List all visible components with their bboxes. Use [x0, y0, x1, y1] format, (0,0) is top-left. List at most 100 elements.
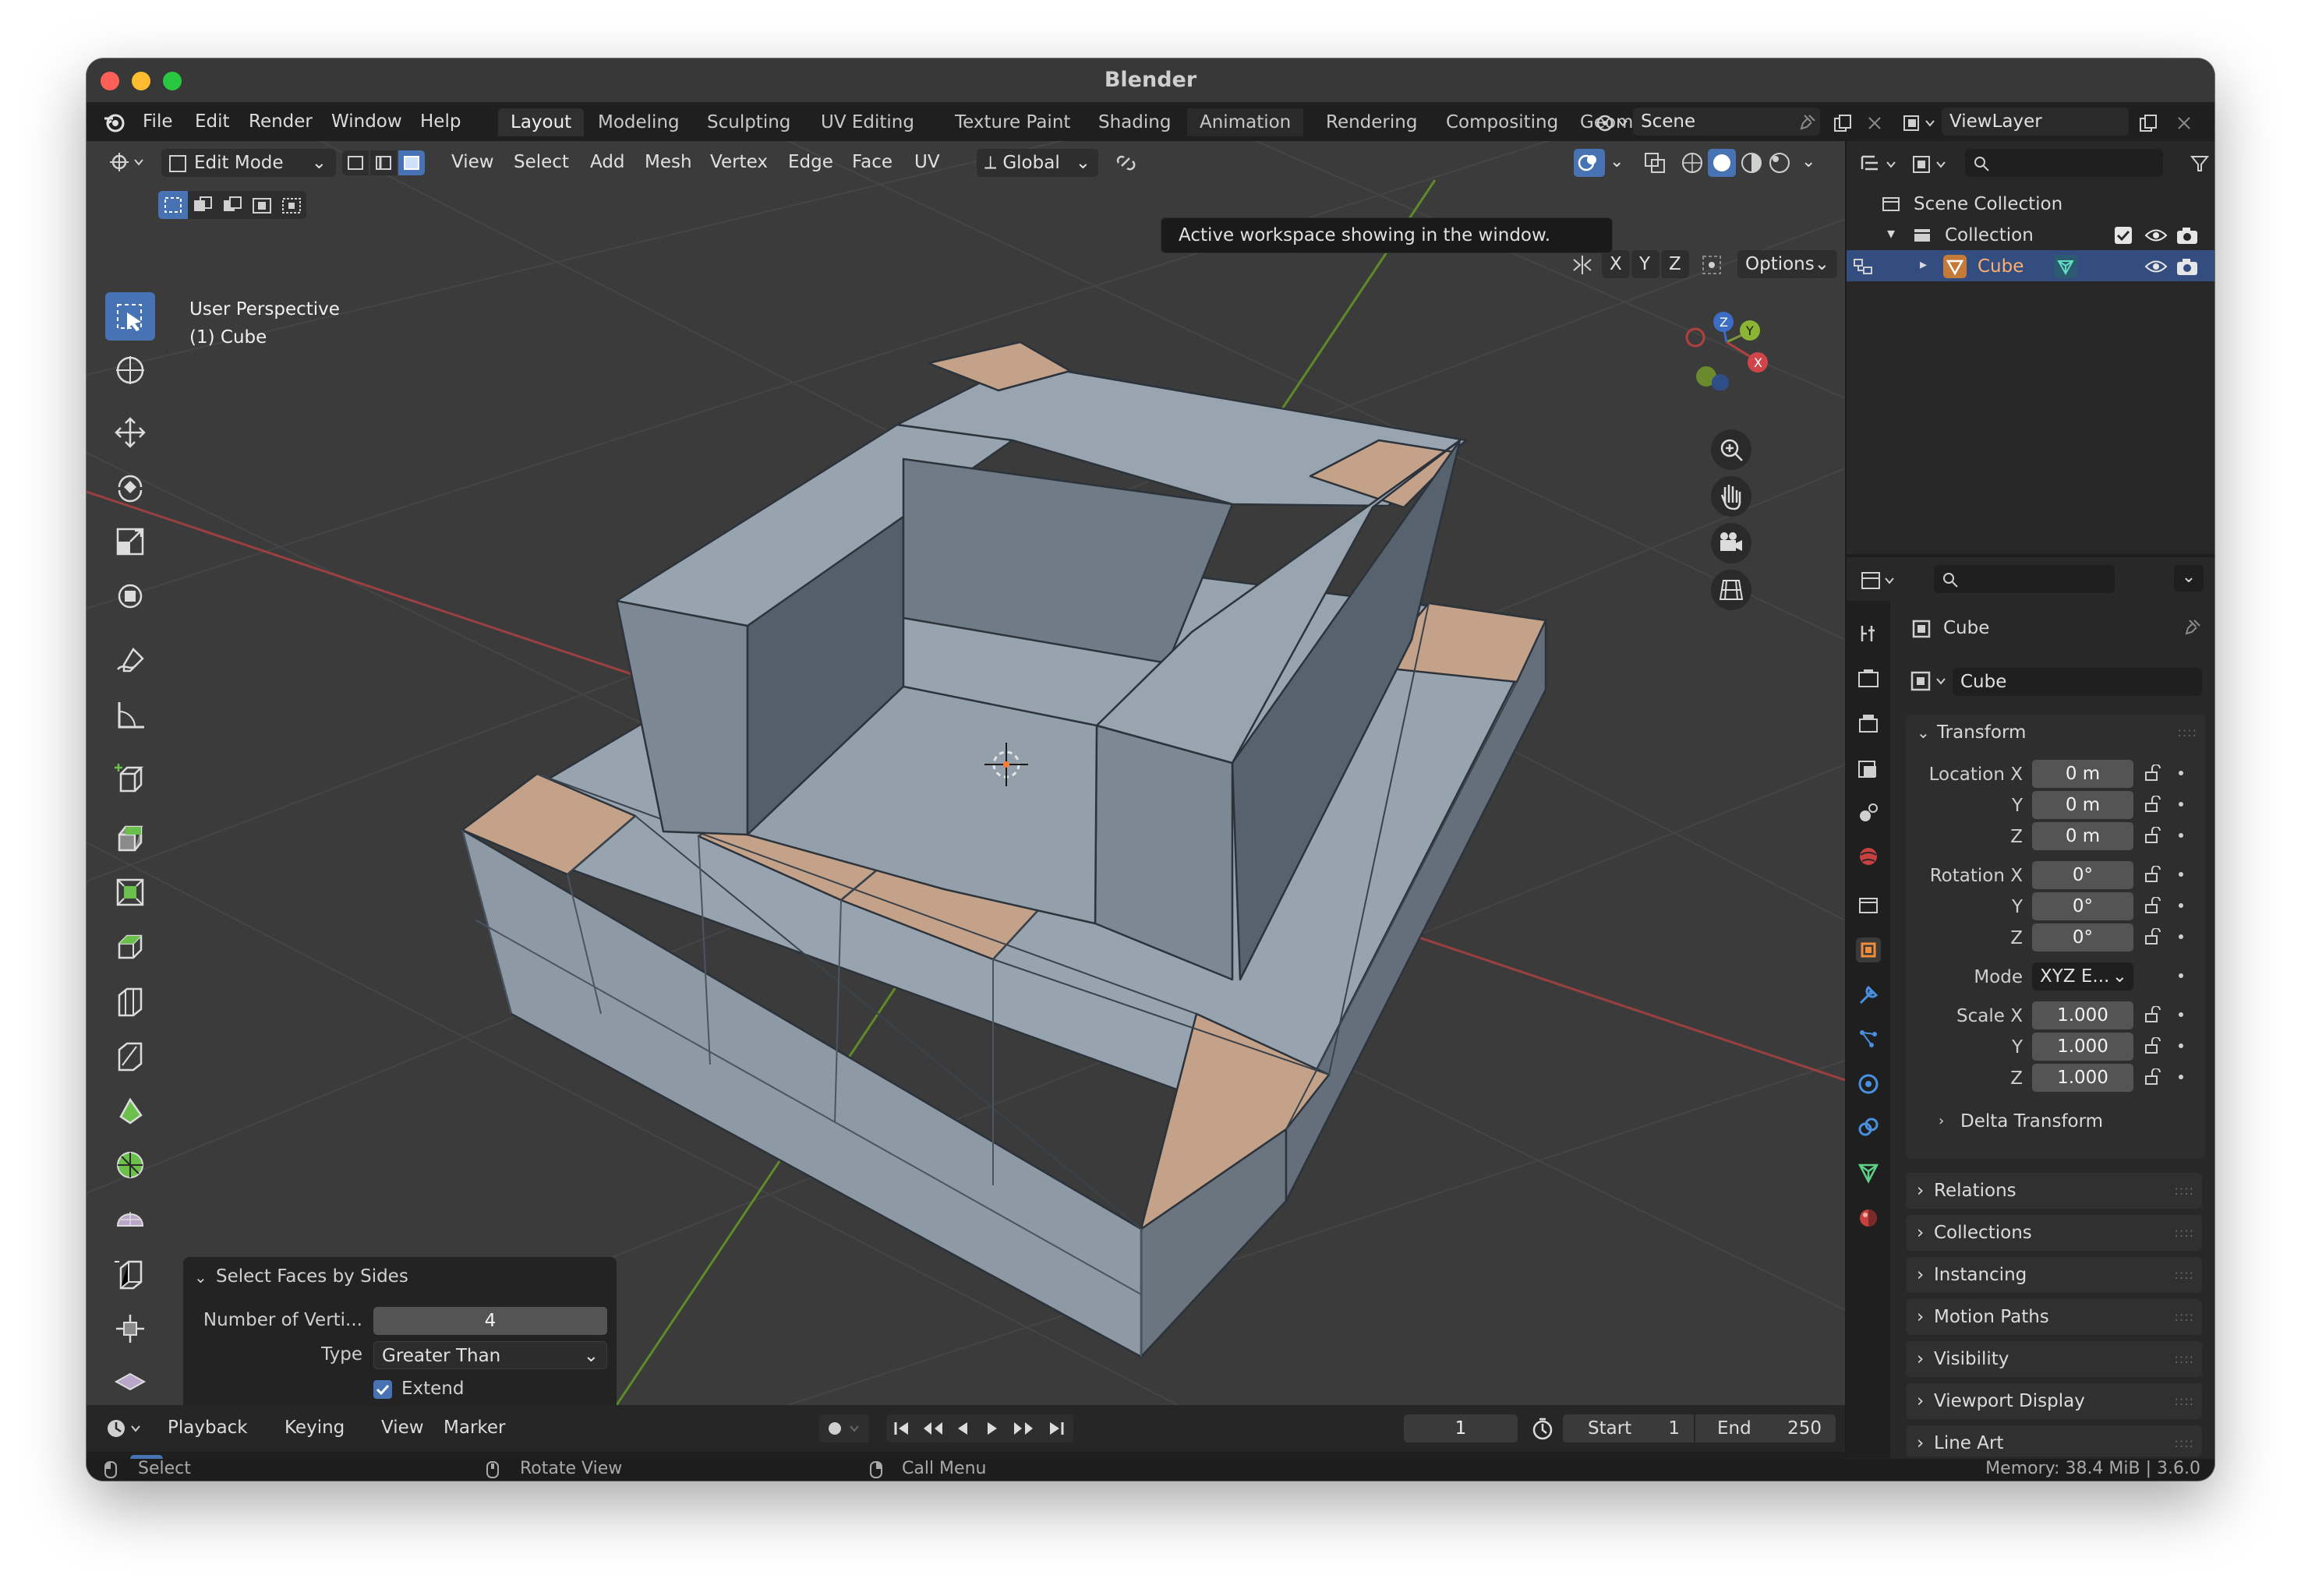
menu-edit[interactable]: Edit	[195, 111, 230, 132]
annotate-tool[interactable]	[105, 635, 155, 683]
viewport-menu-view[interactable]: View	[451, 152, 494, 172]
timeline-menu-keying[interactable]: Keying	[285, 1418, 345, 1438]
location-z-field[interactable]: 0 m	[2032, 822, 2133, 850]
keyframe-dot[interactable]	[2179, 833, 2183, 838]
viewport-menu-select[interactable]: Select	[514, 152, 569, 172]
keyframe-dot[interactable]	[2179, 934, 2183, 939]
viewport-menu-add[interactable]: Add	[590, 152, 625, 172]
viewport-menu-uv[interactable]: UV	[914, 152, 940, 172]
new-scene-icon[interactable]	[1833, 113, 1853, 138]
tab-uv-editing[interactable]: UV Editing	[808, 108, 927, 136]
view-layer-name-field[interactable]: ViewLayer	[1942, 108, 2129, 136]
lock-rotation-z-icon[interactable]	[2144, 927, 2163, 945]
zoom-window-button[interactable]	[163, 72, 182, 90]
material-shading-icon[interactable]	[1739, 150, 1764, 180]
timeline-editor-type-icon[interactable]	[104, 1416, 146, 1446]
pin-icon[interactable]	[2183, 618, 2202, 640]
chevron-down-icon[interactable]: ⌄	[1610, 152, 1624, 171]
output-tab-icon[interactable]	[1856, 711, 1881, 736]
chevron-down-icon[interactable]: ⌄	[1801, 152, 1815, 171]
object-data-tab-icon[interactable]	[1856, 1160, 1881, 1185]
viewport-menu-vertex[interactable]: Vertex	[710, 152, 768, 172]
relations-section[interactable]: › Relations::::	[1906, 1173, 2202, 1209]
ortho-perspective-grid-icon[interactable]	[1711, 570, 1751, 610]
select-intersect-icon[interactable]	[277, 191, 306, 219]
keyframe-dot[interactable]	[2179, 903, 2183, 908]
menu-window[interactable]: Window	[331, 111, 402, 132]
mode-selector[interactable]: Edit Mode ⌄	[161, 149, 336, 177]
pin-icon[interactable]	[1798, 113, 1817, 136]
overlays-toggle-icon[interactable]	[1574, 149, 1605, 177]
location-y-field[interactable]: 0 m	[2032, 791, 2133, 819]
lock-location-z-icon[interactable]	[2144, 826, 2163, 844]
particles-tab-icon[interactable]	[1856, 1026, 1881, 1051]
mirror-z-toggle[interactable]: Z	[1661, 250, 1689, 278]
rotation-z-field[interactable]: 0°	[2032, 923, 2133, 952]
object-name-field[interactable]: Cube	[1953, 668, 2202, 696]
properties-editor-type-icon[interactable]	[1861, 568, 1904, 596]
collections-section[interactable]: › Collections::::	[1906, 1215, 2202, 1251]
outliner-row-scene-collection[interactable]: Scene Collection	[1847, 188, 2214, 219]
outliner-search-input[interactable]	[1965, 149, 2163, 177]
eye-icon[interactable]	[2144, 256, 2168, 280]
lock-scale-y-icon[interactable]	[2144, 1036, 2163, 1054]
scale-x-field[interactable]: 1.000	[2032, 1001, 2133, 1029]
edge-slide-tool[interactable]	[105, 1249, 155, 1298]
keyframe-dot[interactable]	[2179, 973, 2183, 978]
visibility-section[interactable]: › Visibility::::	[1906, 1341, 2202, 1377]
new-view-layer-icon[interactable]	[2138, 113, 2158, 138]
instancing-section[interactable]: › Instancing::::	[1906, 1257, 2202, 1293]
zoom-icon[interactable]	[1711, 429, 1751, 470]
viewport-display-section[interactable]: › Viewport Display::::	[1906, 1383, 2202, 1419]
scene-tab-icon[interactable]	[1856, 800, 1881, 825]
camera-render-icon[interactable]	[2176, 256, 2199, 280]
material-tab-icon[interactable]	[1856, 1206, 1881, 1231]
keyframe-dot[interactable]	[2179, 1043, 2183, 1048]
auto-merge-icon[interactable]	[1700, 253, 1723, 280]
drag-handle-icon[interactable]: ::::	[2174, 1215, 2194, 1251]
timeline-menu-view[interactable]: View	[381, 1418, 424, 1438]
jump-to-keyframe-next-icon[interactable]	[1011, 1419, 1036, 1442]
viewport-menu-mesh[interactable]: Mesh	[645, 152, 692, 172]
solid-shading-icon[interactable]	[1708, 149, 1736, 177]
transform-section-header[interactable]: ⌄ Transform ::::	[1906, 715, 2205, 750]
select-extend-icon[interactable]	[188, 191, 217, 219]
outliner-editor-type-icon[interactable]	[1859, 152, 1903, 180]
drag-handle-icon[interactable]: ::::	[2174, 1341, 2194, 1377]
extrude-region-tool[interactable]	[105, 813, 155, 861]
viewport-menu-face[interactable]: Face	[852, 152, 892, 172]
tab-shading[interactable]: Shading	[1086, 108, 1183, 136]
extend-checkbox[interactable]	[373, 1380, 392, 1399]
current-frame-field[interactable]: 1	[1404, 1414, 1518, 1442]
modifiers-tab-icon[interactable]	[1856, 983, 1881, 1008]
end-frame-field[interactable]: End 250	[1695, 1414, 1836, 1442]
properties-search-input[interactable]	[1934, 565, 2115, 593]
3d-viewport[interactable]: Edit Mode ⌄ View Select Add Mesh Vertex E…	[87, 141, 1845, 1405]
camera-render-icon[interactable]	[2176, 225, 2199, 249]
filter-icon[interactable]	[2190, 154, 2210, 177]
measure-tool[interactable]	[105, 690, 155, 738]
chevron-down-icon[interactable]: ▾	[1887, 224, 1895, 242]
close-window-button[interactable]	[101, 72, 119, 90]
exclude-checkbox[interactable]	[2115, 227, 2132, 244]
camera-view-icon[interactable]	[1711, 523, 1751, 563]
eye-icon[interactable]	[2144, 225, 2168, 249]
spin-tool[interactable]	[105, 1140, 155, 1188]
menu-help[interactable]: Help	[420, 111, 461, 132]
object-tab-icon[interactable]	[1856, 937, 1881, 962]
minimize-window-button[interactable]	[132, 72, 150, 90]
collection-tab-icon[interactable]	[1856, 892, 1881, 917]
rotation-y-field[interactable]: 0°	[2032, 892, 2133, 920]
lock-rotation-y-icon[interactable]	[2144, 896, 2163, 914]
smooth-tool[interactable]	[105, 1195, 155, 1243]
link-icon[interactable]	[1114, 152, 1137, 178]
chevron-right-icon[interactable]: ▸	[1920, 256, 1927, 273]
timeline-menu-marker[interactable]: Marker	[444, 1418, 506, 1438]
keyframe-dot[interactable]	[2179, 771, 2183, 775]
tab-modeling[interactable]: Modeling	[585, 108, 692, 136]
select-new-icon[interactable]	[158, 191, 188, 219]
drag-handle-icon[interactable]: ::::	[2174, 1257, 2194, 1293]
transform-tool[interactable]	[105, 571, 155, 620]
delete-scene-icon[interactable]	[1866, 115, 1883, 136]
add-cube-tool[interactable]	[105, 754, 155, 802]
